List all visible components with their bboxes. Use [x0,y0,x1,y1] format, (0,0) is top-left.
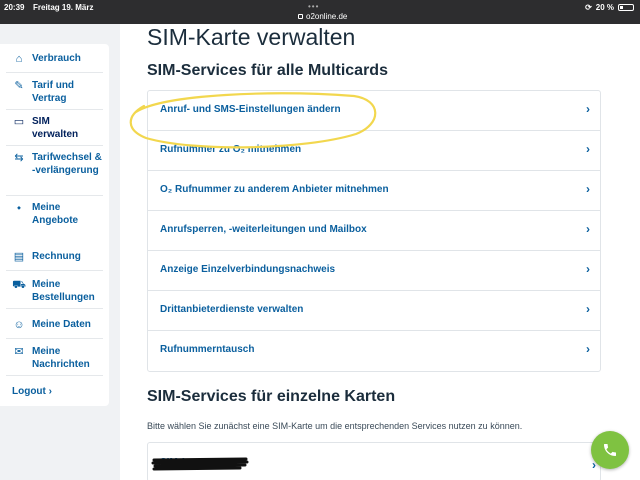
list-item[interactable]: O₂ Rufnummer zu anderem Anbieter mitnehm… [148,171,600,211]
divider [6,145,103,146]
cart-icon: ⛟ [12,279,26,291]
sidebar-item-tarifwechsel[interactable]: ⇆ Tarifwechsel & -verlängerung [0,151,109,177]
service-label: Anruf- und SMS-Einstellungen ändern [160,104,341,115]
service-label: Drittanbieterdienste verwalten [160,304,304,315]
sidebar-item-label: Meine Angebote [32,202,79,226]
divider [6,270,103,271]
sidebar-item-verbrauch[interactable]: ⌂ Verbrauch [0,52,109,66]
sidebar-item-tarif[interactable]: ✎ Tarif und Vertrag [0,79,109,105]
sidebar-item-label: Meine Nachrichten [32,346,90,370]
section-title-single-cards: SIM-Services für einzelne Karten [147,388,396,405]
multitasking-dots-icon[interactable]: ••• [308,2,319,11]
service-label: Rufnummer zu O₂ mitnehmen [160,144,302,155]
sidebar-item-bestellungen[interactable]: ⛟ Meine Bestellungen [0,278,109,304]
sidebar-item-label: Rechnung [32,251,81,262]
list-item[interactable]: Rufnummerntausch › [148,331,600,371]
list-item[interactable]: Anzeige Einzelverbindungsnachweis › [148,251,600,291]
battery-icon [618,4,634,11]
chevron-right-icon: › [586,222,590,236]
chevron-right-icon: › [586,302,590,316]
sidebar-item-label: Verbrauch [32,53,81,64]
invoice-icon: ▤ [13,251,25,263]
sidebar-item-label: Meine Daten [32,319,91,330]
list-item[interactable]: Anrufsperren, -weiterleitungen und Mailb… [148,211,600,251]
user-icon: ☺ [13,319,25,331]
service-label: Anrufsperren, -weiterleitungen und Mailb… [160,224,367,235]
sim-card-item[interactable]: SIM 1 › [147,442,601,480]
call-button[interactable] [591,431,629,469]
service-label: Rufnummerntausch [160,344,255,355]
sidebar-item-angebote[interactable]: ⬩ Meine Angebote [0,201,109,227]
section-title-multicards: SIM-Services für alle Multicards [147,62,388,79]
sidebar-item-label: Meine Bestellungen [32,279,95,303]
sidebar-item-label: Tarifwechsel & -verlängerung [32,152,102,176]
lock-icon [298,14,303,20]
main-content: SIM-Karte verwalten SIM-Services für all… [120,24,640,480]
sidebar-item-label: Tarif und Vertrag [32,80,75,104]
sim-card-icon: ▭ [13,116,25,128]
page-title: SIM-Karte verwalten [147,24,356,50]
messages-icon: ✉ [14,346,24,358]
clock: 20:39 [4,3,25,12]
chevron-right-icon: › [586,142,590,156]
sidebar-item-rechnung[interactable]: ▤ Rechnung [0,250,109,264]
service-label: O₂ Rufnummer zu anderem Anbieter mitnehm… [160,184,389,195]
url-bar[interactable]: o2online.de [298,12,347,21]
divider [6,72,103,73]
divider [6,338,103,339]
date: Freitag 19. März [33,3,94,12]
sidebar-item-daten[interactable]: ☺ Meine Daten [0,318,109,332]
hint-text: Bitte wählen Sie zunächst eine SIM-Karte… [147,421,523,431]
divider [6,109,103,110]
redaction-scribble [151,457,249,471]
chevron-right-icon: › [586,182,590,196]
divider [6,195,103,196]
screen-lock-icon: ⟳ [585,3,592,12]
battery-percent: 20 % [595,3,614,12]
services-list: Anruf- und SMS-Einstellungen ändern › Ru… [147,90,601,372]
tag-icon: ⬩ [17,202,21,214]
service-label: Anzeige Einzelverbindungsnachweis [160,264,336,275]
list-item[interactable]: Drittanbieterdienste verwalten › [148,291,600,331]
pen-icon: ✎ [14,80,24,92]
chevron-right-icon: › [586,102,590,116]
list-item[interactable]: Anruf- und SMS-Einstellungen ändern › [148,91,600,131]
logout-link[interactable]: Logout › [12,386,52,397]
status-bar: 20:39 Freitag 19. März ••• o2online.de ⟳… [0,0,640,24]
divider [6,308,103,309]
sidebar-item-label: SIM verwalten [32,116,79,140]
divider [6,375,103,376]
url-text: o2online.de [306,12,348,21]
sidebar: ⌂ Verbrauch ✎ Tarif und Vertrag ▭ SIM ve… [0,24,120,480]
home-icon: ⌂ [15,53,23,65]
status-right: ⟳ 20 % [585,3,634,12]
chevron-right-icon: › [586,342,590,356]
chevron-right-icon: › [586,262,590,276]
swap-icon: ⇆ [14,152,24,164]
sidebar-item-sim[interactable]: ▭ SIM verwalten [0,115,109,141]
phone-icon [604,444,616,456]
list-item[interactable]: Rufnummer zu O₂ mitnehmen › [148,131,600,171]
sidebar-item-nachrichten[interactable]: ✉ Meine Nachrichten [0,345,109,371]
